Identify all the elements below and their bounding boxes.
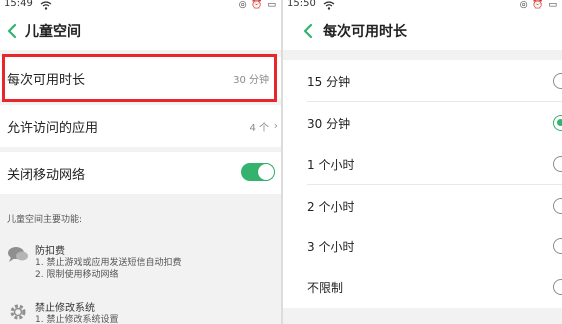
radio-button[interactable] [553, 156, 562, 172]
option-15-min[interactable]: 15 分钟 [283, 60, 562, 102]
status-icons: ◎ ⏰ ▭ [238, 0, 277, 10]
radio-button-selected[interactable] [553, 115, 562, 131]
status-bar: 15:49 ◎ ⏰ ▭ [0, 0, 281, 12]
highlight-box [2, 54, 277, 102]
row-label: 关闭移动网络 [7, 168, 86, 183]
row-value: 4 个 [249, 123, 269, 134]
status-icons: ◎ ⏰ ▭ [519, 0, 558, 10]
mobile-network-toggle[interactable] [241, 163, 275, 181]
gear-icon [10, 304, 26, 320]
allowed-apps-row[interactable]: 允许访问的应用 4 个 › [0, 105, 281, 147]
row-label: 允许访问的应用 [7, 121, 99, 136]
feature-line: 2. 限制使用移动网络 [35, 270, 119, 280]
radio-button[interactable] [553, 73, 562, 89]
wifi-icon [40, 1, 52, 10]
mobile-network-row: 关闭移动网络 [0, 152, 281, 194]
option-label: 2 个小时 [307, 200, 355, 214]
features-title: 儿童空间主要功能: [7, 215, 83, 225]
toggle-knob [258, 164, 274, 180]
page-title: 每次可用时长 [323, 24, 407, 40]
feature-line: 1. 禁止修改系统设置 [35, 315, 119, 324]
status-time: 15:50 [287, 0, 316, 9]
back-arrow-icon[interactable] [5, 22, 19, 40]
option-30-min[interactable]: 30 分钟 [283, 102, 562, 144]
option-label: 1 个小时 [307, 158, 355, 172]
title-bar: 每次可用时长 [283, 12, 562, 50]
right-screen: 15:50 ◎ ⏰ ▭ 每次可用时长 15 分钟 30 分钟 1 个小时 2 个… [283, 0, 562, 324]
option-label: 15 分钟 [307, 75, 351, 89]
radio-button[interactable] [553, 238, 562, 254]
option-1-hour[interactable]: 1 个小时 [283, 143, 562, 185]
radio-button[interactable] [553, 198, 562, 214]
title-bar: 儿童空间 [0, 12, 281, 50]
status-time: 15:49 [4, 0, 33, 9]
left-screen: 15:49 ◎ ⏰ ▭ 儿童空间 每次可用时长 30 分钟 › 允许访问的应用 … [0, 0, 281, 324]
option-unlimited[interactable]: 不限制 [283, 266, 562, 308]
wifi-icon [323, 1, 335, 10]
option-label: 30 分钟 [307, 117, 351, 131]
back-arrow-icon[interactable] [301, 22, 315, 40]
option-label: 不限制 [307, 281, 344, 295]
chat-bubbles-icon [8, 247, 28, 262]
page-title: 儿童空间 [25, 24, 81, 40]
option-3-hours[interactable]: 3 个小时 [283, 225, 562, 267]
status-bar: 15:50 ◎ ⏰ ▭ [283, 0, 562, 12]
chevron-right-icon: › [273, 119, 278, 132]
option-2-hours[interactable]: 2 个小时 [283, 185, 562, 227]
radio-button[interactable] [553, 279, 562, 295]
option-label: 3 个小时 [307, 240, 355, 254]
